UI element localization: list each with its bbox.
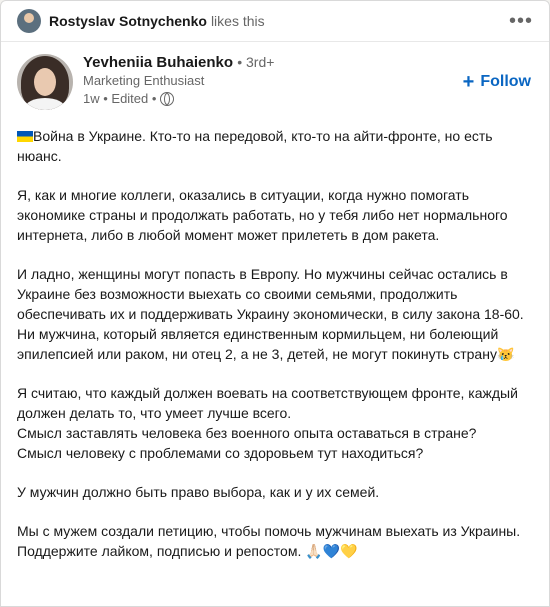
author-meta: Yevheniia Buhaienko • 3rd+ Marketing Ent… <box>83 54 274 110</box>
author-headline: Marketing Enthusiast <box>83 73 205 88</box>
actor-name[interactable]: Rostyslav Sotnychenko <box>49 13 207 29</box>
post-paragraph: Мы с мужем создали петицию, чтобы помочь… <box>17 523 521 559</box>
ukraine-flag-icon <box>17 131 33 142</box>
post-author-header: Yevheniia Buhaienko • 3rd+ Marketing Ent… <box>1 42 549 110</box>
post-paragraph: Я, как и многие коллеги, оказались в сит… <box>17 187 508 243</box>
connection-degree: • 3rd+ <box>237 54 275 70</box>
post-paragraph: Война в Украине. Кто-то на передовой, кт… <box>17 128 493 164</box>
post-paragraph: И ладно, женщины могут попасть в Европу.… <box>17 266 524 362</box>
globe-icon <box>160 91 175 106</box>
post-text: Война в Украине. Кто-то на передовой, кт… <box>1 126 549 561</box>
activity-action: likes this <box>210 13 265 29</box>
follow-label: Follow <box>480 73 531 90</box>
feed-post-card: Rostyslav Sotnychenko likes this ••• Yev… <box>0 0 550 607</box>
social-activity-header: Rostyslav Sotnychenko likes this ••• <box>1 1 549 42</box>
actor-avatar[interactable] <box>17 9 41 33</box>
more-options-icon[interactable]: ••• <box>509 11 533 31</box>
plus-icon: + <box>462 71 475 93</box>
post-paragraph: У мужчин должно быть право выбора, как и… <box>17 484 380 500</box>
post-time: 1w • Edited • <box>83 91 274 106</box>
post-time-text: 1w • Edited • <box>83 91 157 106</box>
follow-button[interactable]: + Follow <box>463 72 531 92</box>
author-name[interactable]: Yevheniia Buhaienko <box>83 54 233 71</box>
author-avatar[interactable] <box>17 54 73 110</box>
post-paragraph: Я считаю, что каждый должен воевать на с… <box>17 385 518 461</box>
